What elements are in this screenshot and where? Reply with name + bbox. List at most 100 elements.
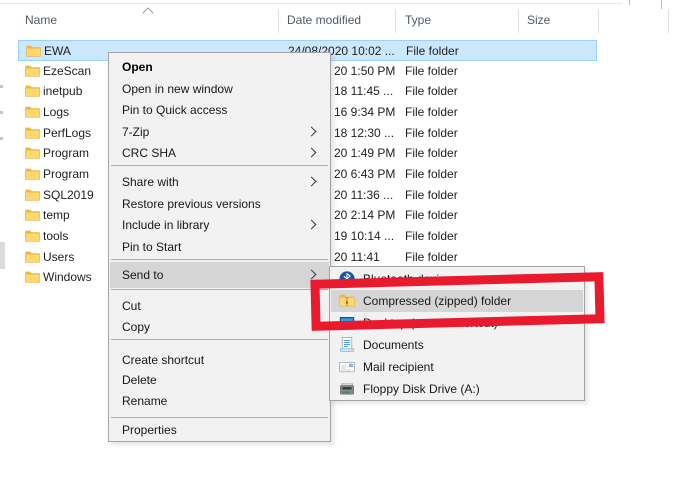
menu-separator xyxy=(111,165,328,166)
column-header-name[interactable]: Name xyxy=(25,8,57,33)
column-header-date-modified[interactable]: Date modified xyxy=(287,8,361,33)
submenu-arrow-icon xyxy=(307,220,317,230)
nav-pane-edge-artifact xyxy=(0,111,3,114)
nav-pane-selection-artifact xyxy=(0,242,5,269)
folder-icon xyxy=(25,229,40,242)
file-name: SQL2019 xyxy=(43,185,94,206)
file-explorer-window: Name Date modified Type Size EWA24/08/20… xyxy=(0,0,678,490)
ui-artifact xyxy=(661,0,662,9)
date-modified-value: 19 10:14 ... xyxy=(334,226,394,247)
submenu-arrow-icon xyxy=(307,177,317,187)
folder-icon xyxy=(25,270,40,283)
menu-item-open-in-new-window[interactable]: Open in new window xyxy=(110,78,329,100)
menu-separator xyxy=(111,417,328,418)
date-modified-value: 16 9:34 PM xyxy=(334,102,395,123)
ui-artifact xyxy=(629,0,630,5)
menu-item-label: Create shortcut xyxy=(122,350,204,372)
sort-ascending-icon xyxy=(142,7,153,18)
folder-icon xyxy=(25,84,40,97)
annotation-rectangle xyxy=(310,272,604,331)
column-divider[interactable] xyxy=(395,9,396,33)
column-divider[interactable] xyxy=(278,9,279,33)
type-value: File folder xyxy=(405,102,458,123)
type-value: File folder xyxy=(405,247,458,268)
menu-item-label: Restore previous versions xyxy=(122,193,261,215)
submenu-item-floppy-disk-drive-a[interactable]: Floppy Disk Drive (A:) xyxy=(331,378,583,400)
menu-item-open[interactable]: Open xyxy=(110,57,329,79)
menu-item-crc-sha[interactable]: CRC SHA xyxy=(110,143,329,165)
menu-item-7-zip[interactable]: 7-Zip xyxy=(110,121,329,143)
menu-item-label: CRC SHA xyxy=(122,143,176,165)
menu-item-label: Cut xyxy=(122,295,141,317)
submenu-arrow-icon xyxy=(307,270,317,280)
folder-icon xyxy=(25,188,40,201)
floppy-disk-icon xyxy=(339,381,355,397)
menu-item-label: Properties xyxy=(122,419,177,441)
menu-item-share-with[interactable]: Share with xyxy=(110,172,329,194)
menu-item-pin-to-quick-access[interactable]: Pin to Quick access xyxy=(110,100,329,122)
toolbar-bottom-edge xyxy=(0,3,622,4)
folder-icon xyxy=(25,208,40,221)
menu-item-send-to[interactable]: Send to xyxy=(110,262,329,288)
type-value: File folder xyxy=(405,185,458,206)
folder-icon xyxy=(25,64,40,77)
date-modified-value: 20 6:43 PM xyxy=(334,164,395,185)
column-divider[interactable] xyxy=(668,9,669,33)
file-name: Program xyxy=(43,143,89,164)
submenu-item-mail-recipient[interactable]: Mail recipient xyxy=(331,356,583,378)
folder-icon xyxy=(25,126,40,139)
file-name: temp xyxy=(43,205,70,226)
menu-item-cut[interactable]: Cut xyxy=(110,295,329,317)
menu-item-label: Share with xyxy=(122,172,179,194)
column-header-type[interactable]: Type xyxy=(405,8,431,33)
folder-icon xyxy=(25,105,40,118)
menu-item-copy[interactable]: Copy xyxy=(110,317,329,339)
documents-icon xyxy=(339,337,355,353)
submenu-arrow-icon xyxy=(307,148,317,158)
mail-recipient-icon xyxy=(339,359,355,375)
file-name: EWA xyxy=(44,41,71,62)
type-value: File folder xyxy=(405,164,458,185)
menu-item-rename[interactable]: Rename xyxy=(110,390,329,412)
menu-item-properties[interactable]: Properties xyxy=(110,419,329,441)
file-name: EzeScan xyxy=(43,61,91,82)
file-name: PerfLogs xyxy=(43,123,91,144)
column-divider[interactable] xyxy=(518,9,519,33)
type-value: File folder xyxy=(405,226,458,247)
menu-item-label: Open in new window xyxy=(122,78,233,100)
menu-item-label: 7-Zip xyxy=(122,121,149,143)
nav-pane-edge-artifact xyxy=(0,137,3,140)
folder-icon xyxy=(26,44,41,57)
menu-separator xyxy=(111,259,328,260)
context-menu: OpenOpen in new windowPin to Quick acces… xyxy=(108,52,331,442)
column-header-size[interactable]: Size xyxy=(527,8,550,33)
menu-item-include-in-library[interactable]: Include in library xyxy=(110,215,329,237)
menu-separator xyxy=(111,289,328,290)
folder-icon xyxy=(25,250,40,263)
menu-item-restore-previous-versions[interactable]: Restore previous versions xyxy=(110,193,329,215)
type-value: File folder xyxy=(405,81,458,102)
menu-item-label: Send to xyxy=(122,262,163,288)
menu-item-label: Pin to Quick access xyxy=(122,100,227,122)
date-modified-value: 18 11:45 ... xyxy=(334,81,393,102)
type-value: File folder xyxy=(405,61,458,82)
type-value: File folder xyxy=(406,41,459,62)
date-modified-value: 20 1:50 PM xyxy=(334,61,395,82)
menu-item-label: Include in library xyxy=(122,215,209,237)
date-modified-value: 20 2:14 PM xyxy=(334,205,395,226)
column-divider[interactable] xyxy=(598,9,599,33)
file-name: Windows xyxy=(43,267,92,288)
submenu-item-label: Mail recipient xyxy=(363,356,434,378)
nav-pane-edge-artifact xyxy=(0,85,3,88)
type-value: File folder xyxy=(405,123,458,144)
menu-item-create-shortcut[interactable]: Create shortcut xyxy=(110,350,329,372)
folder-icon xyxy=(25,167,40,180)
folder-icon xyxy=(25,146,40,159)
menu-item-delete[interactable]: Delete xyxy=(110,370,329,392)
submenu-item-documents[interactable]: Documents xyxy=(331,334,583,356)
file-name: inetpub xyxy=(43,81,82,102)
type-value: File folder xyxy=(405,143,458,164)
file-name: tools xyxy=(43,226,68,247)
file-name: Program xyxy=(43,164,89,185)
menu-item-pin-to-start[interactable]: Pin to Start xyxy=(110,236,329,258)
